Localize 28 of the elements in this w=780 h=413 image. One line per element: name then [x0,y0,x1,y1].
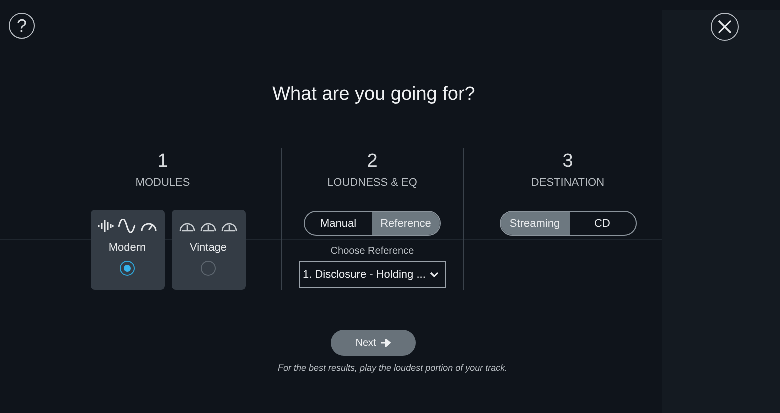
step-title: MODULES [136,177,190,189]
arrow-right-icon [381,339,392,347]
module-card[interactable]: Modern [90,210,164,290]
module-label: Vintage [190,242,228,254]
step-number: 3 [562,151,574,173]
segment-tab[interactable]: Reference [372,212,440,235]
reference-dropdown[interactable]: 1. Disclosure - Holding ... [299,261,446,288]
sine-wave-icon [118,219,136,233]
module-label: Modern [108,242,146,254]
next-button[interactable]: Next [331,330,416,356]
step-number: 1 [158,151,168,173]
radio-button[interactable] [120,261,135,276]
close-button[interactable] [711,13,739,41]
step-number: 2 [367,151,378,173]
step-title: LOUDNESS & EQ [328,177,418,189]
module-card[interactable]: Vintage [172,210,246,290]
radio-button[interactable] [201,261,216,276]
hint-text: For the best results, play the loudest portion of your track. [278,363,509,373]
close-icon [718,20,732,34]
segment-tab[interactable]: Streaming [500,212,570,235]
chevron-down-icon [430,272,439,278]
step-title: DESTINATION [531,177,605,189]
dialog-title: What are you going for? [272,84,476,106]
dropdown-label: Choose Reference [330,246,414,257]
segment-tab[interactable]: CD [570,212,636,235]
segment-tab[interactable]: Manual [305,212,372,235]
waveform-icon [98,219,114,233]
help-button[interactable]: ? [9,13,35,39]
